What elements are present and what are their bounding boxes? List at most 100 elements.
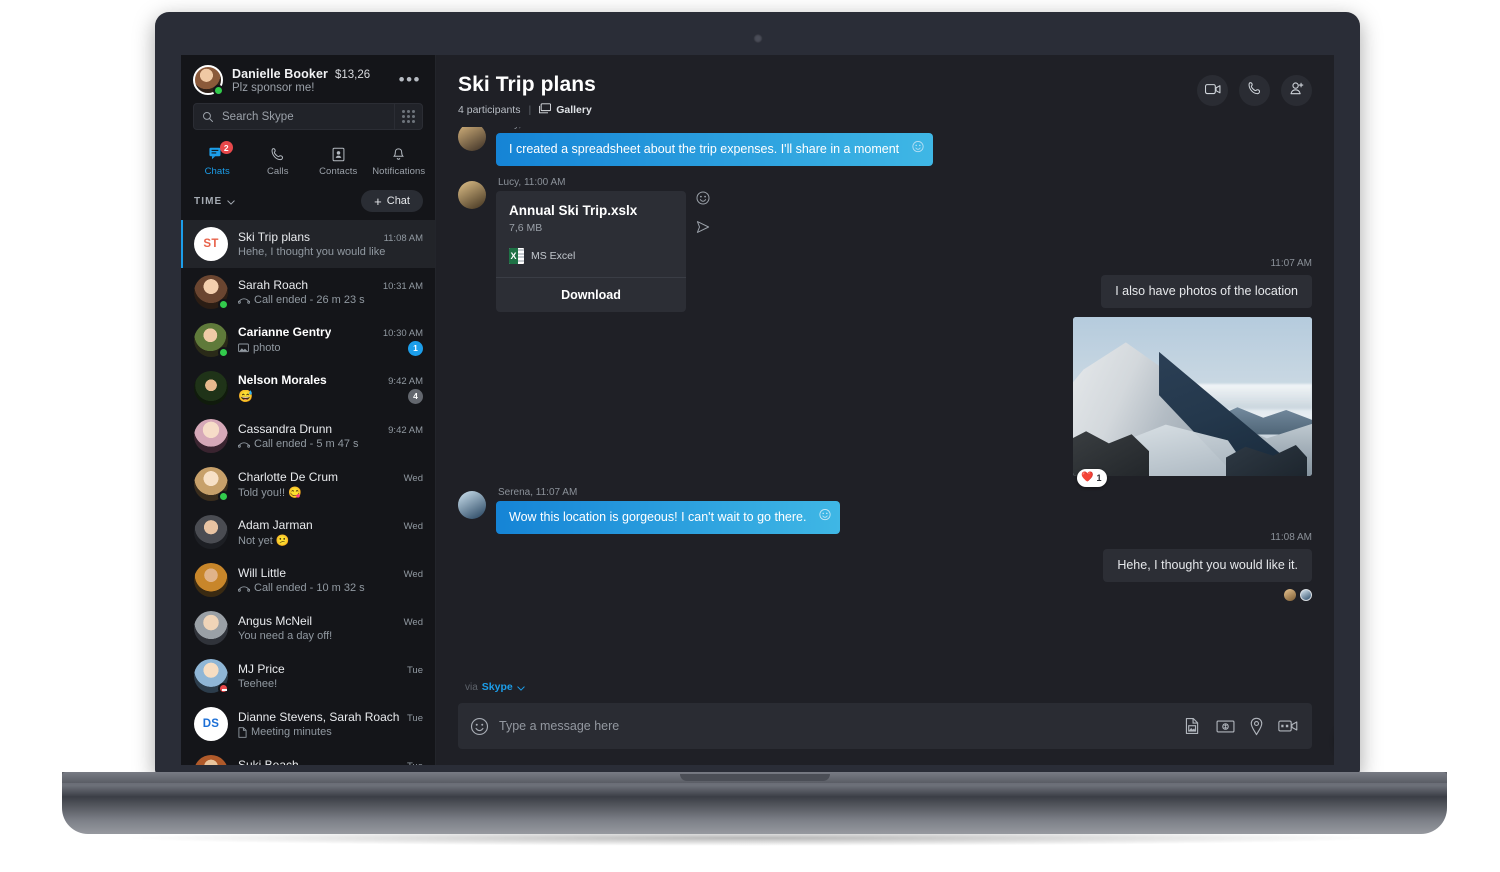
participants-count[interactable]: 4 participants — [458, 104, 520, 116]
tab-notifications[interactable]: Notifications — [369, 140, 430, 184]
add-reaction-icon[interactable] — [696, 191, 710, 210]
conversation-title: Ski Trip plans — [458, 73, 596, 96]
smiley-icon[interactable] — [470, 717, 489, 736]
call-ended-icon — [238, 584, 250, 593]
video-message-icon[interactable] — [1278, 719, 1298, 733]
profile-credit: $13,26 — [334, 68, 371, 81]
money-icon[interactable] — [1216, 719, 1235, 734]
message-bubble[interactable]: Wow this location is gorgeous! I can't w… — [496, 501, 841, 534]
skype-app-window: Danielle Booker $13,26 Plz sponsor me! •… — [181, 55, 1334, 765]
chat-list-item-body: Carianne Gentry 10:30 AM photo 1 — [238, 325, 423, 356]
chat-list-item[interactable]: DS Dianne Stevens, Sarah Roach Tue Meeting … — [181, 700, 435, 748]
avatar[interactable] — [194, 323, 229, 358]
chat-list-item[interactable]: Carianne Gentry 10:30 AM photo 1 — [181, 316, 435, 364]
audio-call-button[interactable] — [1239, 75, 1270, 106]
tab-calls-label: Calls — [266, 166, 289, 177]
message-input[interactable] — [499, 719, 1173, 733]
avatar[interactable] — [194, 371, 228, 405]
avatar-initials: DS — [194, 707, 228, 741]
chat-name: Charlotte De Crum — [238, 469, 339, 484]
avatar[interactable] — [194, 611, 228, 645]
photo-icon — [238, 343, 249, 353]
tab-chats-label: Chats — [204, 166, 230, 177]
avatar[interactable] — [194, 659, 229, 694]
message-avatar[interactable] — [458, 127, 486, 151]
add-people-button[interactable] — [1281, 75, 1312, 106]
chat-list-item[interactable]: Will Little Wed Call ended - 10 m 32 s — [181, 556, 435, 604]
sidebar: Danielle Booker $13,26 Plz sponsor me! •… — [181, 55, 436, 765]
gallery-link[interactable]: Gallery — [539, 103, 592, 117]
reaction-badge[interactable]: ❤️ 1 — [1077, 468, 1108, 487]
profile-text: Danielle Booker $13,26 Plz sponsor me! — [232, 67, 388, 94]
message-hover-actions — [696, 177, 710, 239]
message-input-bar[interactable] — [458, 703, 1312, 749]
photo-attachment[interactable]: ❤️ 1 — [1073, 316, 1312, 487]
new-chat-button[interactable]: + Chat — [361, 190, 423, 212]
add-reaction-icon[interactable] — [912, 141, 924, 158]
chat-list-item[interactable]: Adam Jarman Wed Not yet 😕 — [181, 508, 435, 556]
avatar[interactable] — [194, 515, 228, 549]
presence-indicator-online — [218, 299, 229, 310]
mountain-photo[interactable] — [1073, 316, 1312, 476]
message-author-time: Serena, 11:07 AM — [498, 487, 578, 498]
chat-preview: Call ended - 5 m 47 s — [238, 438, 359, 450]
profile-name: Danielle Booker — [232, 66, 328, 81]
message-avatar[interactable] — [458, 491, 486, 519]
message-bubble[interactable]: I created a spreadsheet about the trip e… — [496, 133, 934, 166]
search-input[interactable] — [222, 110, 394, 123]
message-content: Lucy, 10:48 AM I created a spreadsheet a… — [496, 127, 934, 166]
add-reaction-icon[interactable] — [819, 509, 832, 526]
profile-more-options-button[interactable]: ••• — [397, 71, 423, 89]
profile-row[interactable]: Danielle Booker $13,26 Plz sponsor me! •… — [181, 55, 435, 101]
video-call-button[interactable] — [1197, 75, 1228, 106]
message-bubble[interactable]: I also have photos of the location — [1101, 275, 1312, 308]
message-avatar[interactable] — [458, 181, 486, 209]
tab-calls[interactable]: Calls — [248, 140, 309, 184]
presence-indicator-online — [218, 491, 229, 502]
via-label: via — [465, 681, 478, 693]
avatar[interactable] — [194, 419, 228, 453]
chat-list-item[interactable]: MJ Price Tue Teehee! — [181, 652, 435, 700]
chat-list-item-body: Sarah Roach 10:31 AM Call ended - 26 m 23 … — [238, 278, 423, 306]
chat-list-item[interactable]: Suki BeachTueCall ended - 27 m 29 s — [181, 748, 435, 765]
gallery-icon — [539, 103, 552, 117]
sort-by-time-dropdown[interactable]: TIME — [194, 192, 235, 210]
chat-list-item[interactable]: Cassandra Drunn 9:42 AM Call ended - 5 m 4… — [181, 412, 435, 460]
avatar[interactable] — [194, 755, 228, 765]
dialpad-icon[interactable] — [394, 104, 422, 129]
chat-list[interactable]: ST Ski Trip plans 11:08 AM Hehe, I thought … — [181, 220, 435, 765]
chat-list-item[interactable]: ST Ski Trip plans 11:08 AM Hehe, I thought … — [181, 220, 435, 268]
phone-icon — [270, 145, 285, 163]
avatar[interactable]: ST — [194, 227, 228, 261]
tab-contacts[interactable]: Contacts — [308, 140, 369, 184]
chat-preview-text: Hehe, I thought you would like — [238, 246, 386, 258]
gallery-label: Gallery — [556, 104, 592, 116]
location-pin-icon[interactable] — [1249, 717, 1264, 736]
message-text: Wow this location is gorgeous! I can't w… — [509, 510, 807, 524]
chat-list-item[interactable]: Sarah Roach 10:31 AM Call ended - 26 m 23 … — [181, 268, 435, 316]
avatar[interactable] — [194, 275, 229, 310]
avatar-image — [194, 563, 228, 597]
avatar[interactable]: DS — [194, 707, 228, 741]
chat-preview-text: Teehee! — [238, 678, 278, 690]
image-icon[interactable] — [1183, 717, 1202, 735]
search-icon — [194, 111, 222, 123]
chat-timestamp: Tue — [407, 761, 423, 765]
avatar[interactable] — [194, 467, 229, 502]
file-attachment-card[interactable]: Annual Ski Trip.xslx 7,6 MB X MS Excel D… — [496, 191, 686, 312]
message-list[interactable]: Lucy, 10:48 AM I created a spreadsheet a… — [436, 127, 1334, 678]
search-box[interactable] — [193, 103, 423, 130]
tab-chats[interactable]: 2 Chats — [187, 140, 248, 184]
chat-name: Will Little — [238, 566, 287, 580]
chat-list-item[interactable]: Angus McNeil Wed You need a day off! — [181, 604, 435, 652]
download-button[interactable]: Download — [496, 277, 686, 312]
chat-timestamp: 9:42 AM — [388, 375, 423, 387]
avatar[interactable] — [194, 563, 228, 597]
chat-list-item[interactable]: Charlotte De Crum Wed Told you!! 😋 — [181, 460, 435, 508]
avatar[interactable] — [193, 65, 224, 96]
avatar-image — [194, 755, 228, 765]
message-bubble[interactable]: Hehe, I thought you would like it. — [1103, 549, 1312, 582]
chat-list-item[interactable]: Nelson Morales 9:42 AM 😅 4 — [181, 364, 435, 412]
forward-message-icon[interactable] — [696, 220, 710, 239]
via-service-row[interactable]: via Skype — [458, 678, 1312, 696]
